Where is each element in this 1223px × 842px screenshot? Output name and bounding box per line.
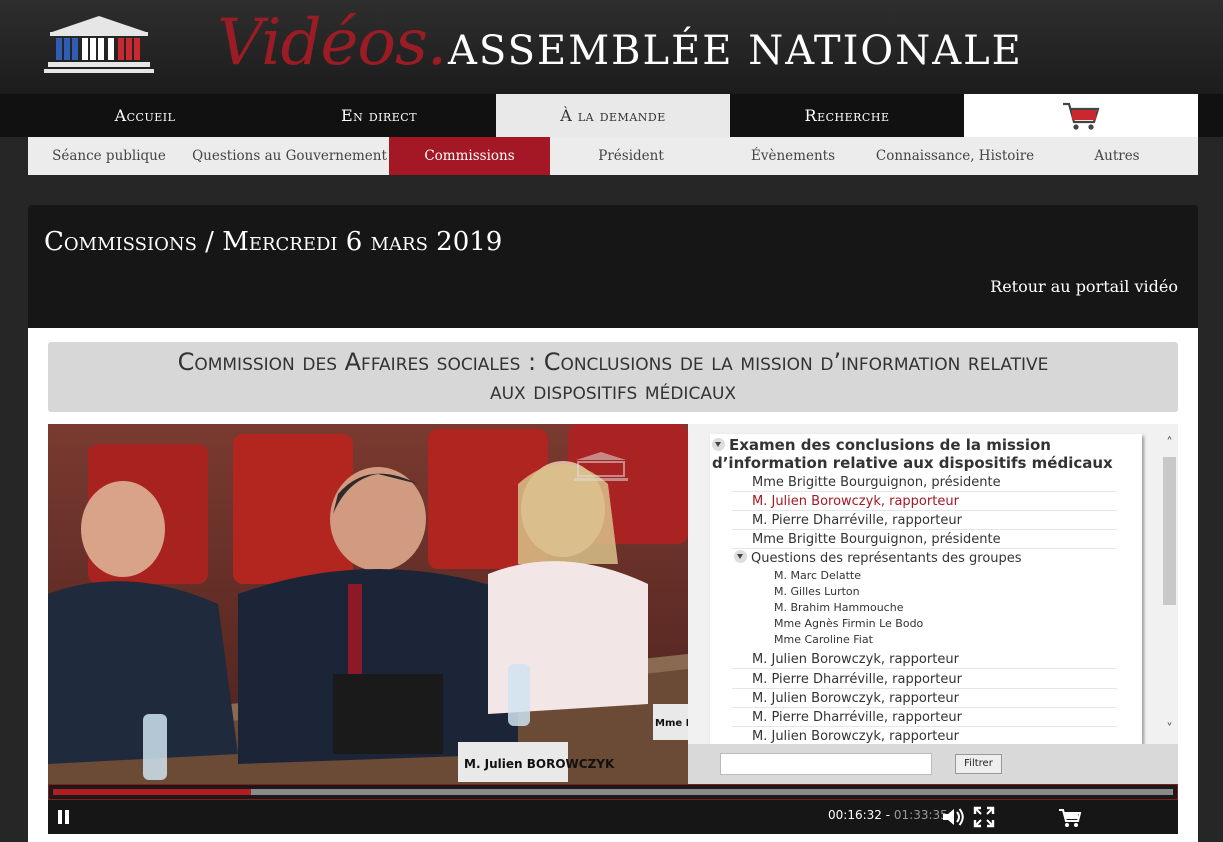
session-title-line1: Commission des Affaires sociales : Concl…	[177, 348, 1049, 376]
chapter-item[interactable]: Mme Brigitte Bourguignon, présidente	[732, 530, 1117, 549]
filter-bar: Filtrer	[688, 744, 1178, 784]
assemblee-logo-icon[interactable]	[44, 12, 154, 74]
chapter-item[interactable]: M. Julien Borowczyk, rapporteur	[732, 689, 1117, 708]
chapter-item[interactable]: Mme Brigitte Bourguignon, présidente	[732, 473, 1117, 492]
progress-track[interactable]	[53, 789, 1173, 795]
pause-icon[interactable]	[58, 810, 70, 824]
chapter-item[interactable]: M. Pierre Dharréville, rapporteur	[732, 708, 1117, 727]
chapter-subitem[interactable]: Mme Agnès Firmin Le Bodo	[774, 616, 923, 632]
video-nameplate-2: Mme Brig	[655, 718, 688, 729]
back-to-portal-link[interactable]: Retour au portail vidéo	[990, 277, 1178, 296]
brand-videos[interactable]: Vidéos.	[217, 6, 447, 80]
volume-icon[interactable]	[941, 806, 965, 828]
sub-nav: Séance publique Questions au Gouvernemen…	[28, 137, 1198, 175]
chapter-item[interactable]: M. Julien Borowczyk, rapporteur	[732, 650, 1117, 669]
video-player[interactable]: M. Julien BOROWCZYK Mme Brig	[48, 424, 688, 784]
chapter-list: Examen des conclusions de la mission d’i…	[688, 424, 1178, 744]
progress-bar[interactable]	[48, 784, 1178, 800]
chevron-up-icon[interactable]: ˄	[1162, 436, 1177, 451]
cart-icon	[1063, 102, 1100, 130]
session-title: Commission des Affaires sociales : Concl…	[48, 342, 1178, 412]
subnav-connaissance-histoire[interactable]: Connaissance, Histoire	[874, 137, 1036, 175]
cart-icon[interactable]	[1058, 806, 1082, 828]
page-title: Commissions / Mercredi 6 mars 2019	[44, 227, 503, 257]
chapter-scrollbar[interactable]: ˄ ˅	[1161, 434, 1178, 744]
page-header: Commissions / Mercredi 6 mars 2019 Retou…	[28, 205, 1198, 328]
chapter-group[interactable]: Questions des représentants des groupes	[734, 550, 1022, 567]
content-area: Commission des Affaires sociales : Concl…	[28, 328, 1198, 842]
nav-recherche[interactable]: Recherche	[730, 94, 964, 137]
chapter-heading[interactable]: Examen des conclusions de la mission d’i…	[712, 436, 1137, 472]
subnav-president[interactable]: Président	[550, 137, 712, 175]
video-nameplate: M. Julien BOROWCZYK	[464, 757, 615, 771]
subnav-autres[interactable]: Autres	[1036, 137, 1198, 175]
video-frame: M. Julien BOROWCZYK Mme Brig	[48, 424, 688, 784]
scrollbar-thumb[interactable]	[1163, 457, 1176, 605]
session-title-line2: aux dispositifs médicaux	[489, 377, 737, 405]
progress-fill	[53, 789, 252, 795]
main-nav: Accueil En direct À la demande Recherche	[0, 94, 1223, 137]
site-header: Vidéos. ASSEMBLÉE NATIONALE	[0, 0, 1223, 94]
brand-assemblee-nationale[interactable]: ASSEMBLÉE NATIONALE	[448, 28, 1023, 74]
subnav-seance-publique[interactable]: Séance publique	[28, 137, 190, 175]
filter-button[interactable]: Filtrer	[955, 754, 1002, 774]
chapter-item[interactable]: M. Pierre Dharréville, rapporteur	[732, 511, 1117, 530]
subnav-commissions[interactable]: Commissions	[389, 137, 550, 175]
chapter-panel[interactable]: Examen des conclusions de la mission d’i…	[710, 434, 1142, 744]
nav-cart[interactable]	[964, 94, 1198, 137]
triangle-down-icon[interactable]	[712, 438, 725, 451]
nav-accueil[interactable]: Accueil	[28, 94, 262, 137]
triangle-down-icon[interactable]	[734, 550, 747, 563]
nav-en-direct[interactable]: En direct	[262, 94, 496, 137]
chapter-subitem[interactable]: M. Gilles Lurton	[774, 584, 860, 600]
fullscreen-icon[interactable]	[973, 806, 995, 828]
chapter-subitem[interactable]: M. Marc Delatte	[774, 568, 861, 584]
chevron-down-icon[interactable]: ˅	[1162, 722, 1177, 737]
chapter-item[interactable]: M. Julien Borowczyk, rapporteur	[732, 727, 1117, 744]
filter-input[interactable]	[720, 753, 932, 775]
chapter-subitem[interactable]: M. Brahim Hammouche	[774, 600, 903, 616]
player-controls: 00:16:32 - 01:33:35	[48, 800, 1178, 834]
time-display: 00:16:32 - 01:33:35	[828, 808, 948, 822]
chapter-item-current[interactable]: M. Julien Borowczyk, rapporteur	[732, 492, 1117, 511]
total-time: 01:33:35	[893, 808, 948, 822]
subnav-questions-gouvernement[interactable]: Questions au Gouvernement	[190, 137, 389, 175]
chapter-subitem[interactable]: Mme Caroline Fiat	[774, 632, 873, 648]
time-separator: -	[881, 808, 894, 822]
subnav-evenements[interactable]: Évènements	[712, 137, 874, 175]
current-time: 00:16:32	[828, 808, 882, 822]
chapter-item[interactable]: M. Pierre Dharréville, rapporteur	[732, 670, 1117, 689]
nav-a-la-demande[interactable]: À la demande	[496, 94, 730, 137]
